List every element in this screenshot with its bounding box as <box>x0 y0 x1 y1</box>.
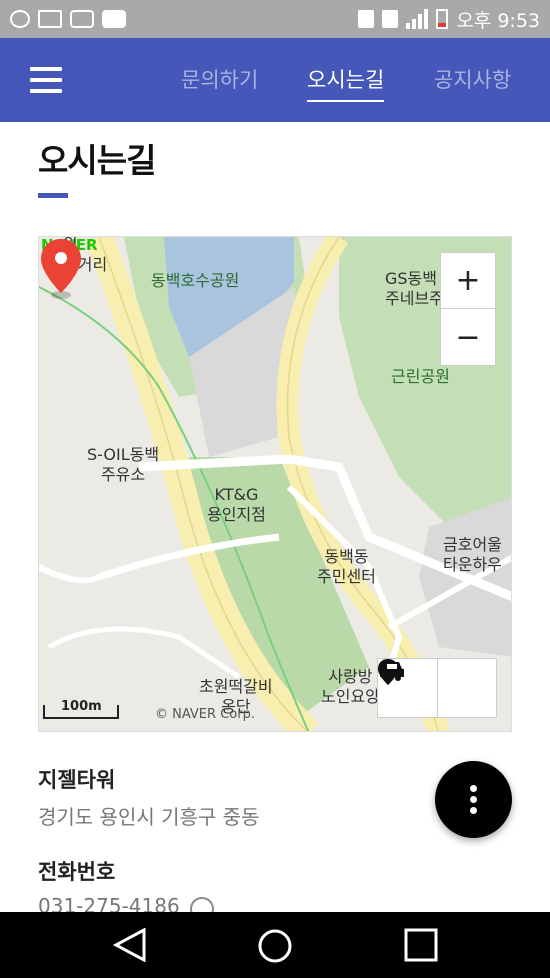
home-icon[interactable] <box>257 928 293 964</box>
map-view[interactable]: NAVER 원 삼거리 동백호수공원 GS동백 주네브주 근린공원 S-OIL동… <box>38 236 512 732</box>
page-title: 오시는길 <box>38 141 156 180</box>
nfc-icon <box>358 10 375 28</box>
band-icon <box>70 10 94 28</box>
map-label-ktg: KT&G 용인지점 <box>207 485 266 524</box>
battery-icon <box>436 9 449 29</box>
uplus-icon <box>10 10 30 28</box>
car-route-icon <box>380 662 404 681</box>
zoom-controls: + − <box>440 252 496 366</box>
tab-notices[interactable]: 공지사항 <box>434 64 511 94</box>
back-icon[interactable] <box>112 928 148 962</box>
place-name: 지젤타워 <box>38 768 116 792</box>
status-time: 오후 9:53 <box>456 9 540 32</box>
map-copyright: © NAVER Corp. <box>155 707 255 722</box>
map-label-soil-station: S-OIL동백 주유소 <box>87 445 160 484</box>
zoom-out-button[interactable]: − <box>441 309 495 365</box>
map-label-senior-center: 사랑방 노인요양 <box>321 667 380 706</box>
signal-icon <box>406 9 429 29</box>
hamburger-menu-icon[interactable] <box>30 67 62 93</box>
app-bar: 문의하기 오시는길 공지사항 <box>0 38 550 122</box>
map-label-community-center: 동백동 주민센터 <box>317 547 376 586</box>
lte-icon <box>382 10 399 28</box>
map-action-buttons <box>377 658 497 718</box>
map-label-lake-park: 동백호수공원 <box>151 271 240 290</box>
map-label-neighborhood-park: 근린공원 <box>391 367 450 386</box>
map-label-gs-station: GS동백 주네브주 <box>385 269 444 308</box>
mail-icon <box>38 10 62 28</box>
zoom-in-button[interactable]: + <box>441 253 495 309</box>
title-underline <box>38 193 68 198</box>
map-scale-label: 100m <box>61 699 102 714</box>
navigation-bar <box>0 912 550 978</box>
tab-contact[interactable]: 문의하기 <box>181 64 258 94</box>
youtube-icon <box>102 10 126 28</box>
tab-directions[interactable]: 오시는길 <box>307 64 385 102</box>
location-marker-icon[interactable] <box>39 237 83 301</box>
recents-icon[interactable] <box>404 928 438 962</box>
phone-heading: 전화번호 <box>38 860 116 884</box>
map-label-kumho: 금호어울 타운하우 <box>443 535 502 574</box>
more-options-fab[interactable] <box>435 761 512 838</box>
status-bar: 오후 9:53 <box>0 0 550 38</box>
car-route-button[interactable] <box>380 659 496 717</box>
place-address: 경기도 용인시 기흥구 중동 <box>38 805 260 829</box>
